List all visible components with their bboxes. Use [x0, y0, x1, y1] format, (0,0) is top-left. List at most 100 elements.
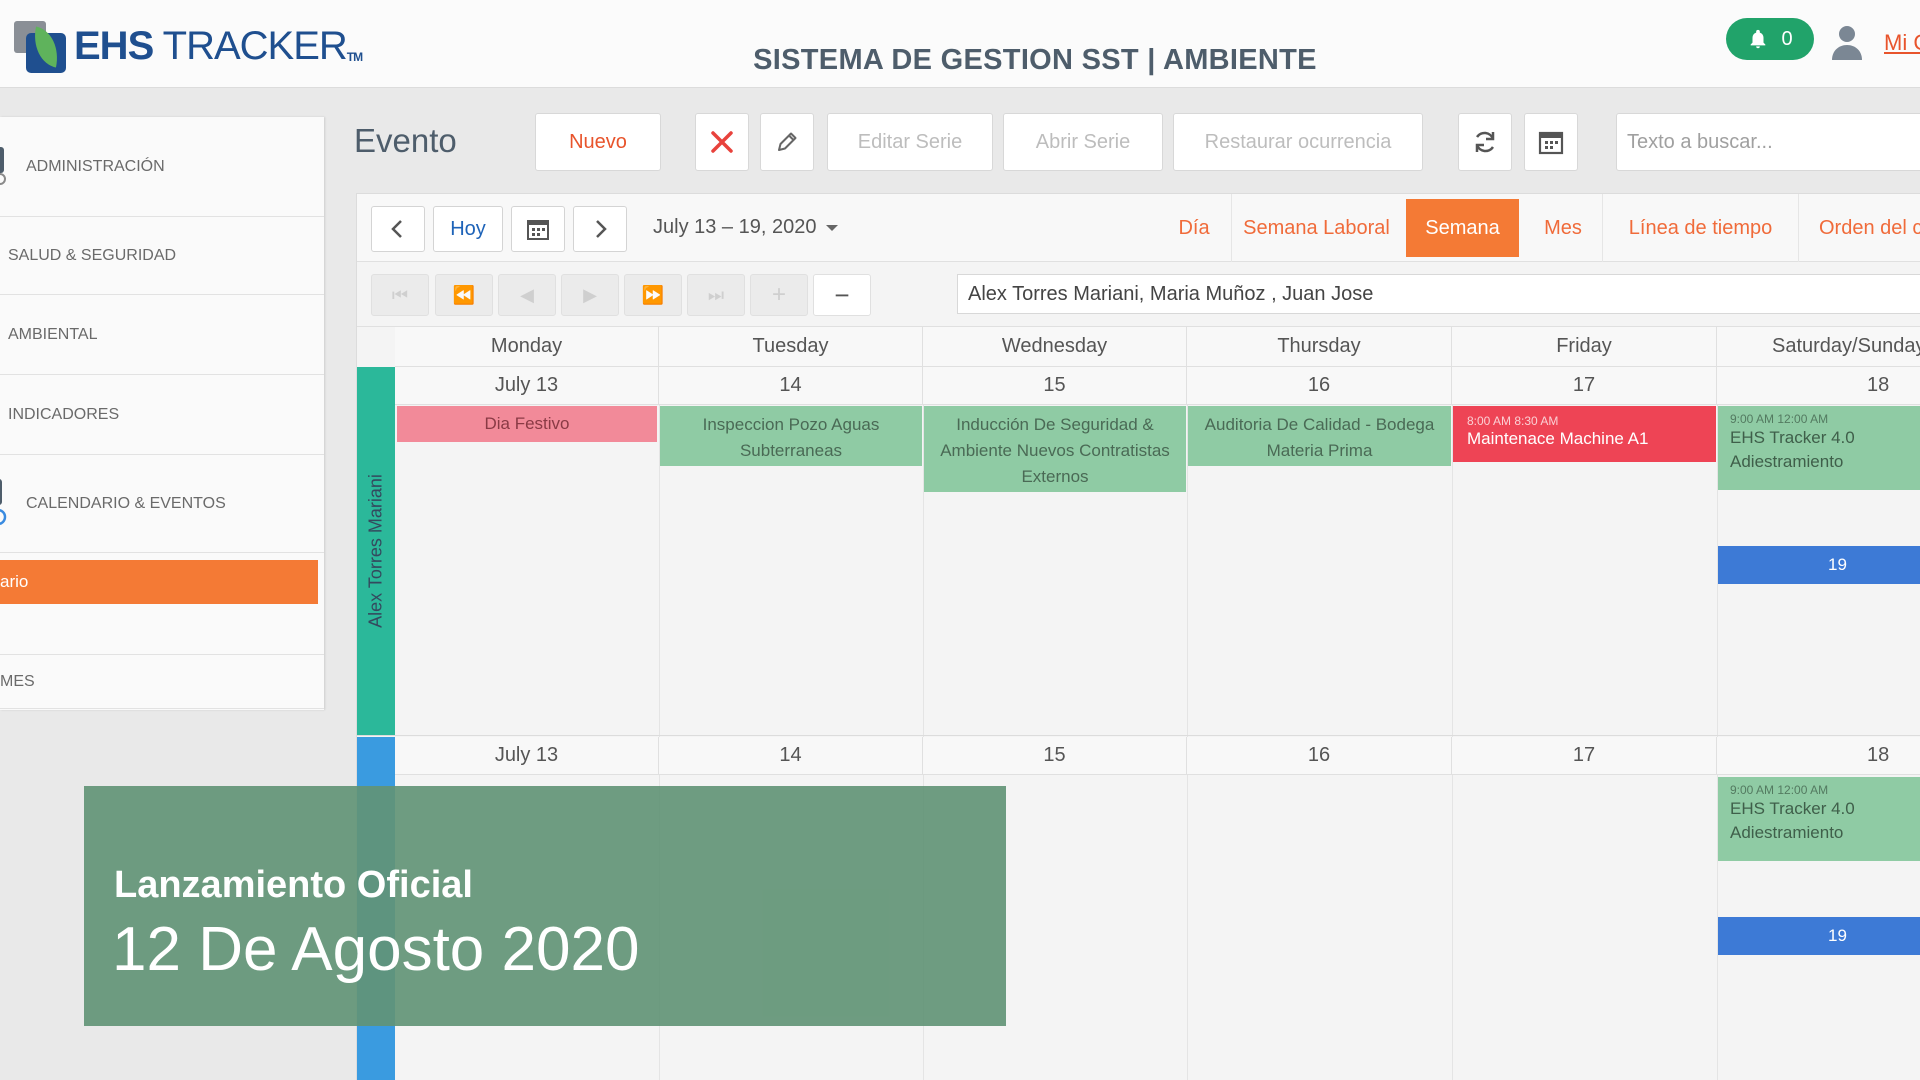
event-induccion-seguridad[interactable]: Inducción De Seguridad & Ambiente Nuevos…: [924, 406, 1186, 492]
previous-period-button[interactable]: [371, 206, 425, 252]
resources-filter[interactable]: Alex Torres Mariani, Maria Muñoz , Juan …: [957, 274, 1920, 314]
new-event-button[interactable]: Nuevo: [535, 113, 661, 171]
day-header-monday: Monday: [395, 327, 659, 367]
date-cell[interactable]: 17: [1452, 367, 1717, 405]
open-series-button[interactable]: Abrir Serie: [1003, 113, 1163, 171]
pencil-icon: [778, 132, 797, 151]
search-input[interactable]: [1616, 113, 1920, 171]
tab-mes[interactable]: Mes: [1524, 194, 1602, 262]
restore-occurrence-label: Restaurar ocurrencia: [1204, 130, 1392, 153]
previous-resource-button[interactable]: ◀: [498, 274, 556, 316]
event-auditoria-calidad[interactable]: Auditoria De Calidad - Bodega Materia Pr…: [1188, 406, 1451, 466]
sidebar-item-label: INDICADORES: [8, 405, 120, 423]
refresh-icon: [1475, 131, 1495, 153]
event-title: Dia Festivo: [484, 414, 570, 433]
sidebar-item-calendario-eventos[interactable]: CALENDARIO & EVENTOS: [0, 455, 324, 553]
event-title: EHS Tracker 4.0 Adiestramiento: [1730, 428, 1855, 471]
date-range-selector[interactable]: July 13 – 19, 2020: [653, 216, 839, 239]
sidebar-subitem-label: ario: [0, 572, 29, 591]
date-cell[interactable]: 14: [659, 367, 923, 405]
tab-semana[interactable]: Semana: [1406, 199, 1519, 257]
restore-occurrence-button[interactable]: Restaurar ocurrencia: [1173, 113, 1423, 171]
chevron-right-icon: [596, 220, 607, 238]
day-header-thursday: Thursday: [1187, 327, 1452, 367]
date-cell[interactable]: 18: [1717, 367, 1920, 405]
sidebar-item-label: CALENDARIO & EVENTOS: [26, 494, 226, 512]
date-cell[interactable]: 15: [923, 737, 1187, 775]
refresh-button[interactable]: [1458, 113, 1512, 171]
app-logo[interactable]: EHS TRACKERTM: [12, 18, 363, 74]
date-cell-sunday[interactable]: 19: [1718, 917, 1920, 955]
calendar-view-button[interactable]: [1524, 113, 1578, 171]
resource-header-alex[interactable]: Alex Torres Mariani: [357, 367, 395, 735]
system-title: SISTEMA DE GESTION SST | AMBIENTE: [753, 44, 1317, 76]
user-icon[interactable]: [1830, 24, 1864, 60]
event-dia-festivo[interactable]: Dia Festivo: [397, 406, 657, 442]
date-cell[interactable]: 15: [923, 367, 1187, 405]
next-period-button[interactable]: [573, 206, 627, 252]
banner-date: 12 De Agosto 2020: [112, 915, 640, 984]
date-cell[interactable]: 18: [1717, 737, 1920, 775]
date-cell[interactable]: 17: [1452, 737, 1717, 775]
event-time: 9:00 AM 12:00 AM: [1730, 412, 1829, 426]
banner-title: Lanzamiento Oficial: [114, 864, 473, 906]
event-title: Inducción De Seguridad & Ambiente Nuevos…: [940, 415, 1170, 486]
next-page-button[interactable]: ⏩: [624, 274, 682, 316]
tab-semana-laboral[interactable]: Semana Laboral: [1231, 194, 1401, 262]
sidebar-subitem-active[interactable]: ario: [0, 560, 318, 604]
chevron-left-icon: [391, 220, 402, 238]
delete-button[interactable]: [695, 113, 749, 171]
last-resource-button[interactable]: ⏭: [687, 274, 745, 316]
date-cell[interactable]: July 13: [395, 367, 659, 405]
sidebar-item-salud-seguridad[interactable]: SALUD & SEGURIDAD: [0, 217, 324, 295]
page-title: Evento: [354, 122, 457, 159]
add-resource-button[interactable]: +: [750, 274, 808, 316]
user-account-link[interactable]: Mi C: [1884, 30, 1920, 56]
resources-text: Alex Torres Mariani, Maria Muñoz , Juan …: [968, 282, 1374, 305]
sidebar-item-label: MES: [0, 672, 35, 690]
edit-series-button[interactable]: Editar Serie: [827, 113, 993, 171]
tab-dia[interactable]: Día: [1157, 194, 1231, 262]
sidebar-item-mes[interactable]: MES: [0, 655, 324, 709]
event-title: Auditoria De Calidad - Bodega Materia Pr…: [1204, 415, 1435, 460]
tab-orden[interactable]: Orden del c: [1798, 194, 1920, 262]
sidebar-item-ambiental[interactable]: AMBIENTAL: [0, 295, 324, 375]
edit-button[interactable]: [760, 113, 814, 171]
bell-icon: [1751, 29, 1766, 49]
tab-label: Mes: [1544, 216, 1582, 239]
event-time: 8:00 AM 8:30 AM: [1467, 414, 1559, 428]
first-resource-button[interactable]: ⏮: [371, 274, 429, 316]
sidebar-item-indicadores[interactable]: INDICADORES: [0, 375, 324, 455]
date-cell[interactable]: July 13: [395, 737, 659, 775]
sunday-date: 19: [1828, 926, 1847, 945]
sidebar-item-label: SALUD & SEGURIDAD: [8, 246, 177, 264]
event-ehs-adiestramiento[interactable]: 9:00 AM 12:00 AM EHS Tracker 4.0 Adiestr…: [1718, 777, 1920, 861]
date-cell-sunday[interactable]: 19: [1718, 546, 1920, 584]
resource-name: Alex Torres Mariani: [365, 474, 386, 628]
today-button[interactable]: Hoy: [433, 206, 503, 252]
admin-icon: [0, 147, 6, 185]
date-picker-button[interactable]: [511, 206, 565, 252]
sidebar-item-administracion[interactable]: ADMINISTRACIÓN: [0, 117, 324, 217]
next-resource-button[interactable]: ▶: [561, 274, 619, 316]
calendar-icon: [527, 220, 549, 240]
previous-page-button[interactable]: ⏪: [435, 274, 493, 316]
event-inspeccion-pozo[interactable]: Inspeccion Pozo Aguas Subterraneas: [660, 406, 922, 466]
calendar-clock-icon: [0, 479, 7, 526]
logo-text-bold: EHS: [74, 24, 154, 68]
tab-linea-de-tiempo[interactable]: Línea de tiempo: [1602, 194, 1798, 262]
date-cell[interactable]: 16: [1187, 737, 1452, 775]
date-range-label: July 13 – 19, 2020: [653, 216, 817, 238]
calendar-icon: [1538, 131, 1564, 155]
event-ehs-adiestramiento[interactable]: 9:00 AM 12:00 AM EHS Tracker 4.0 Adiestr…: [1718, 406, 1920, 490]
remove-resource-button[interactable]: −: [813, 274, 871, 316]
column-divider: [1187, 367, 1188, 1080]
event-maintenance-machine[interactable]: 8:00 AM 8:30 AM Maintenace Machine A1: [1453, 406, 1716, 462]
notifications-button[interactable]: 0: [1726, 18, 1814, 60]
resource-divider: [357, 735, 1920, 736]
tab-label: Semana Laboral: [1243, 216, 1390, 239]
logo-trademark: TM: [346, 50, 363, 64]
date-cell[interactable]: 16: [1187, 367, 1452, 405]
date-cell[interactable]: 14: [659, 737, 923, 775]
tab-label: Línea de tiempo: [1628, 216, 1773, 239]
